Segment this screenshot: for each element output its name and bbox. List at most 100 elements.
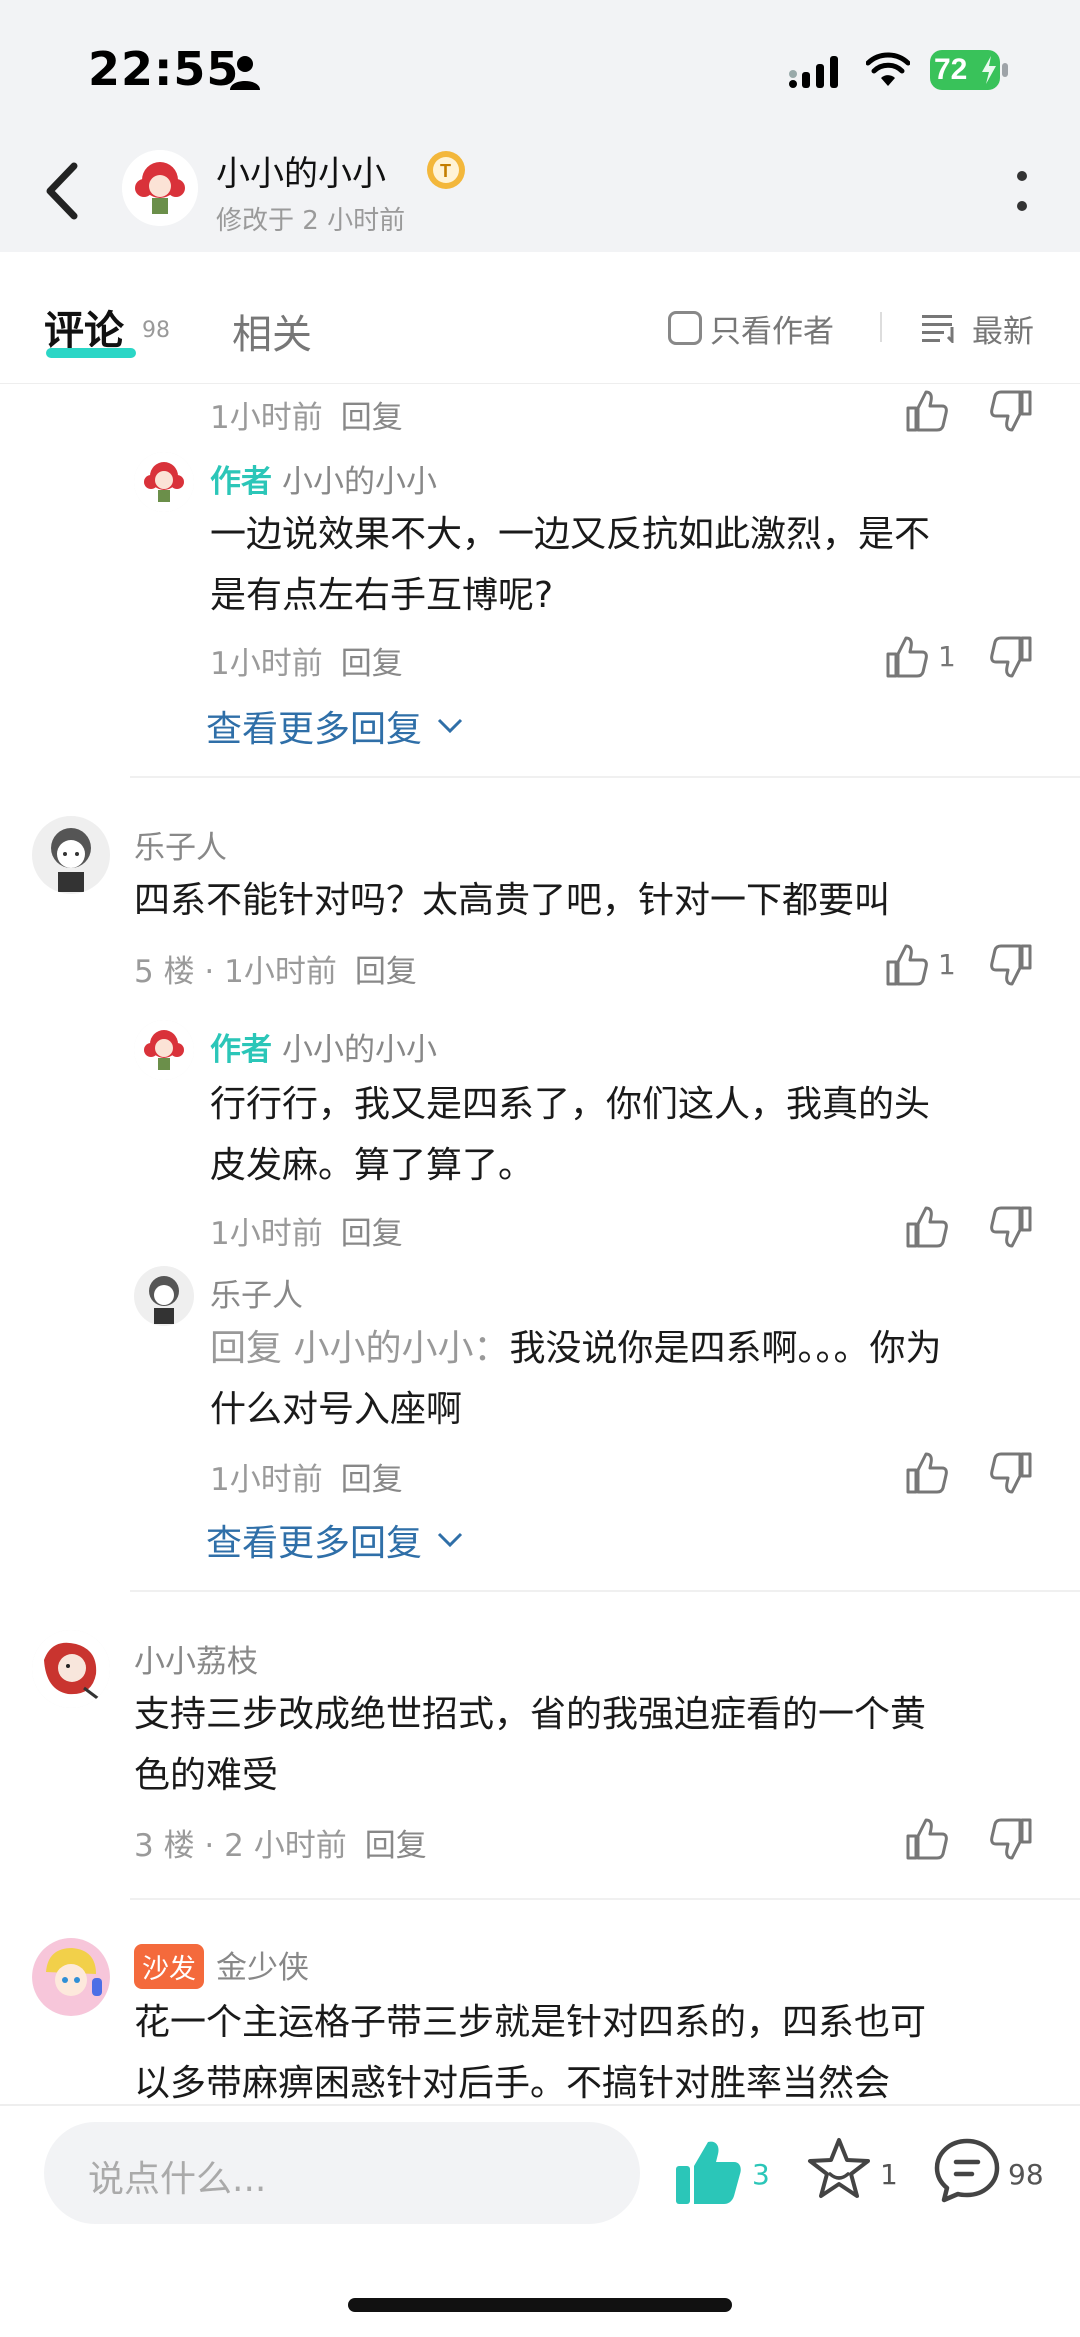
comment-author-name[interactable]: 金少侠 <box>216 1950 309 1986</box>
comment-meta: 1小时前 回复 <box>210 392 403 437</box>
author-tag: 作者 <box>210 1032 272 1068</box>
reply-text-line: 是有点左右手互博呢? <box>210 575 554 616</box>
reply-author: 作者 小小的小小 <box>210 1024 437 1069</box>
reply-button[interactable]: 回复 <box>341 400 403 436</box>
sofa-badge: 沙发 <box>134 1944 204 1989</box>
divider <box>130 1590 1080 1592</box>
reply-button[interactable]: 回复 <box>365 1828 427 1864</box>
author-tag: 作者 <box>210 464 272 500</box>
comment-floor-time: 5 楼 · 1小时前 <box>134 954 337 990</box>
header-avatar[interactable] <box>122 150 198 226</box>
favorite-count: 1 <box>880 2158 898 2191</box>
view-more-replies-label: 查看更多回复 <box>206 1523 423 1564</box>
thumb-up-icon[interactable] <box>904 1450 950 1496</box>
cellular-signal-icon <box>789 56 838 88</box>
like-count: 1 <box>938 948 956 981</box>
comment-author: 沙发 金少侠 <box>134 1942 309 1989</box>
comment-author-name[interactable]: 小小荔枝 <box>134 1636 258 1681</box>
status-bar: 22:55 72 <box>0 0 1080 140</box>
thumb-down-icon[interactable] <box>988 942 1034 988</box>
reply-button[interactable]: 回复 <box>341 646 403 682</box>
thumb-down-icon[interactable] <box>988 634 1034 680</box>
comment-text: 支持三步改成绝世招式，省的我强迫症看的一个黄 色的难受 <box>134 1684 926 1806</box>
view-more-replies-label: 查看更多回复 <box>206 709 423 750</box>
thumb-down-icon[interactable] <box>988 1816 1034 1862</box>
like-count: 3 <box>752 2158 770 2191</box>
thumb-up-icon[interactable] <box>884 634 930 680</box>
thumb-up-icon[interactable] <box>904 388 950 434</box>
avatar[interactable] <box>32 1938 110 2016</box>
avatar[interactable] <box>32 816 110 894</box>
thumb-down-icon[interactable] <box>988 388 1034 434</box>
reply-meta: 1小时前 回复 <box>210 638 403 683</box>
reply-button[interactable]: 回复 <box>341 1216 403 1252</box>
comment-input-placeholder[interactable]: 说点什么... <box>88 2150 266 2202</box>
checkbox-icon[interactable] <box>668 311 702 345</box>
reply-text: 回复 小小的小小：我没说你是四系啊。。。你为 什么对号入座啊 <box>210 1318 1040 1440</box>
page: 22:55 72 小小的小小 T 修改于 2 小时前 评论 98 相关 只看作者… <box>0 0 1080 2337</box>
person-icon <box>230 56 260 90</box>
top-header-area: 22:55 72 小小的小小 T 修改于 2 小时前 <box>0 0 1080 252</box>
reply-text-line: 回复 小小的小小：我没说你是四系啊。。。你为 <box>210 1318 1040 1379</box>
thumb-up-icon[interactable] <box>904 1816 950 1862</box>
comment-meta: 3 楼 · 2 小时前 回复 <box>134 1820 427 1865</box>
avatar[interactable] <box>32 1630 110 1708</box>
chevron-down-icon <box>437 718 463 734</box>
only-author-toggle[interactable]: 只看作者 <box>668 306 834 350</box>
more-dots-icon[interactable] <box>1010 166 1034 216</box>
svg-text:T: T <box>440 161 451 181</box>
reply-time: 1小时前 <box>210 1216 323 1252</box>
tab-comments-count: 98 <box>142 318 170 343</box>
home-indicator <box>348 2298 732 2312</box>
reply-author-name[interactable]: 乐子人 <box>210 1270 303 1315</box>
avatar[interactable] <box>134 1020 194 1080</box>
reply-text-line: 一边说效果不大，一边又反抗如此激烈，是不 <box>210 514 931 555</box>
star-icon[interactable] <box>806 2136 872 2202</box>
reply-button[interactable]: 回复 <box>341 1462 403 1498</box>
reply-time: 1小时前 <box>210 646 323 682</box>
avatar[interactable] <box>134 452 194 512</box>
comment-text: 花一个主运格子带三步就是针对四系的，四系也可 以多带麻痹困惑针对后手。不搞针对胜… <box>134 1992 926 2114</box>
battery-level: 72 <box>934 53 968 86</box>
like-count: 1 <box>938 640 956 673</box>
charging-bolt-icon <box>982 56 996 84</box>
reply-author-name[interactable]: 小小的小小 <box>282 464 437 500</box>
wifi-icon <box>866 52 910 86</box>
comment-time: 1小时前 <box>210 400 323 436</box>
active-tab-indicator <box>46 348 136 358</box>
chevron-down-icon <box>437 1532 463 1548</box>
thumb-down-icon[interactable] <box>988 1204 1034 1250</box>
reply-text-line: 行行行，我又是四系了，你们这人，我真的头 <box>210 1084 931 1125</box>
thumb-up-icon[interactable] <box>674 2138 744 2206</box>
reply-meta: 1小时前 回复 <box>210 1208 403 1253</box>
reply-author-name[interactable]: 小小的小小 <box>282 1032 437 1068</box>
comment-text-line: 花一个主运格子带三步就是针对四系的，四系也可 <box>134 2002 927 2043</box>
view-more-replies-link[interactable]: 查看更多回复 <box>206 700 464 752</box>
tab-divider <box>880 312 882 342</box>
comment-author-name[interactable]: 乐子人 <box>134 822 227 867</box>
thumb-up-icon[interactable] <box>904 1204 950 1250</box>
header-subtitle: 修改于 2 小时前 <box>216 206 406 236</box>
reply-text-line: 皮发麻。算了算了。 <box>210 1145 535 1186</box>
header-title: 小小的小小 <box>216 154 386 194</box>
comment-count: 98 <box>1008 2158 1044 2191</box>
reply-text: 行行行，我又是四系了，你们这人，我真的头 皮发麻。算了算了。 <box>210 1074 930 1196</box>
avatar[interactable] <box>134 1266 194 1326</box>
status-time: 22:55 <box>88 42 240 96</box>
reply-button[interactable]: 回复 <box>355 954 417 990</box>
tab-related[interactable]: 相关 <box>232 302 312 360</box>
comment-text-line: 色的难受 <box>134 1755 279 1796</box>
sort-latest-button[interactable]: 最新 <box>922 306 1034 350</box>
sort-label: 最新 <box>972 313 1034 350</box>
thumb-down-icon[interactable] <box>988 1450 1034 1496</box>
chat-bubble-icon[interactable] <box>932 2136 1002 2206</box>
comment-floor-time: 3 楼 · 2 小时前 <box>134 1828 347 1864</box>
back-arrow-icon[interactable] <box>36 158 86 224</box>
reply-author: 作者 小小的小小 <box>210 456 437 501</box>
reply-text-line: 什么对号入座啊 <box>210 1389 463 1430</box>
only-author-label: 只看作者 <box>710 313 834 350</box>
thumb-up-icon[interactable] <box>884 942 930 988</box>
battery-indicator: 72 <box>930 50 1010 90</box>
divider <box>130 776 1080 778</box>
view-more-replies-link[interactable]: 查看更多回复 <box>206 1514 464 1566</box>
